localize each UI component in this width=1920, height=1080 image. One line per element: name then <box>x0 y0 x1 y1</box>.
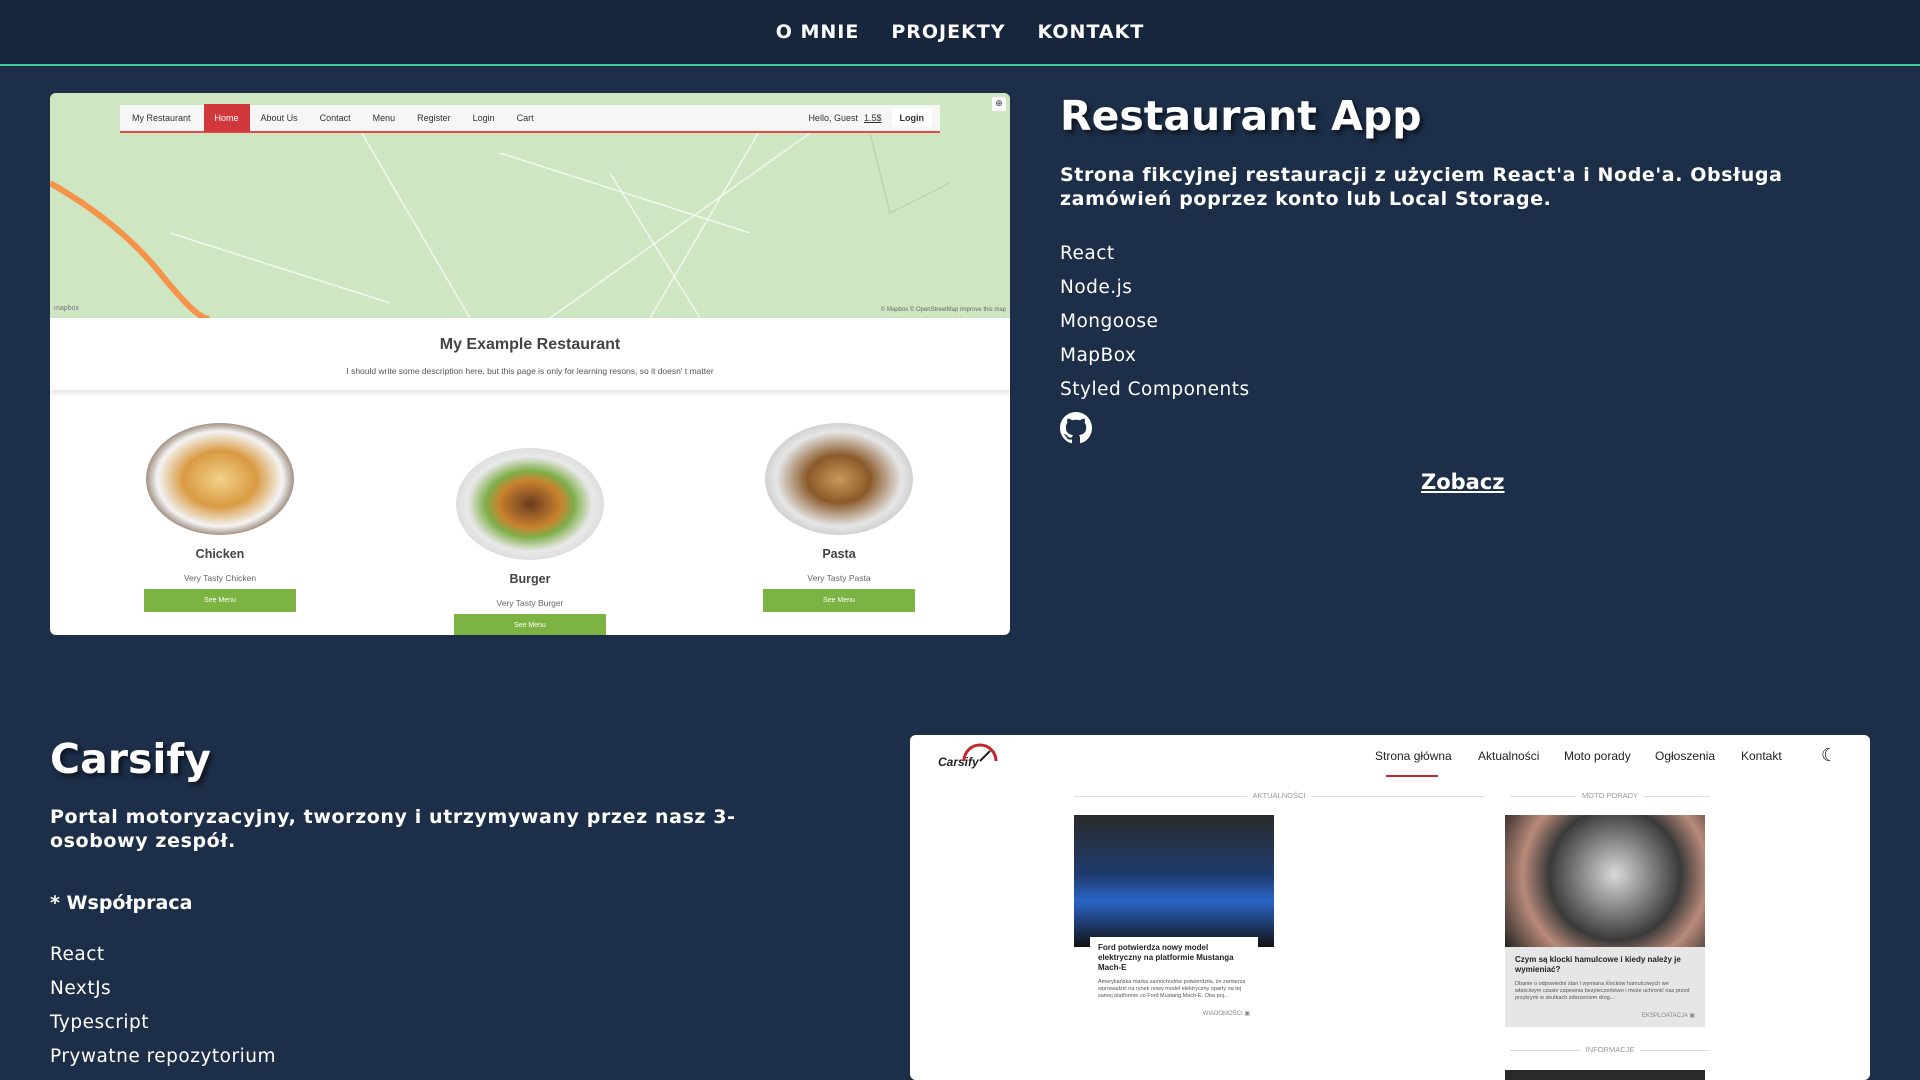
tech-item: Prywatne repozytorium <box>50 1046 276 1067</box>
tech-item: React <box>1060 243 1115 264</box>
nav-link-about[interactable]: O MNIE <box>776 21 860 43</box>
pasta-image <box>765 423 913 535</box>
restaurant-nav-home[interactable]: Home <box>203 104 250 132</box>
restaurant-description: Strona fikcyjnej restauracji z użyciem R… <box>1060 164 1783 210</box>
dish-desc: Very Tasty Pasta <box>807 573 871 583</box>
nav-link-projects[interactable]: PROJEKTY <box>891 21 1005 43</box>
cart-amount: 1.5$ <box>863 113 882 123</box>
map-compass-icon[interactable]: ⊕ <box>992 97 1006 111</box>
restaurant-hero-text: I should write some description here, bu… <box>346 366 714 376</box>
document-icon: ▣ <box>1689 1013 1695 1019</box>
see-menu-button[interactable]: See Menu <box>454 614 606 635</box>
tips-card[interactable]: Czym są klocki hamulcowe i kiedy należy … <box>1505 815 1705 1027</box>
dish-card-pasta: Pasta Very Tasty Pasta See Menu <box>763 423 915 612</box>
restaurant-view-link[interactable]: Zobacz <box>1421 470 1505 494</box>
restaurant-nav-cart[interactable]: Cart <box>506 104 545 132</box>
restaurant-hero-title: My Example Restaurant <box>439 336 621 353</box>
tech-item: Node.js <box>1060 277 1133 298</box>
dish-name: Burger <box>509 572 551 586</box>
card-body: Amerykańska marka samochodów potwierdził… <box>1098 979 1246 999</box>
restaurant-nav-menu[interactable]: Menu <box>362 104 407 132</box>
nav-link-contact[interactable]: KONTAKT <box>1038 21 1145 43</box>
card-tag: EKSPLOATACJA ▣ <box>1641 1013 1695 1019</box>
burger-image <box>456 448 604 560</box>
greeting-text: Hello, Guest <box>808 113 858 123</box>
chicken-image <box>146 423 294 535</box>
dish-card-chicken: Chicken Very Tasty Chicken See Menu <box>144 423 296 612</box>
card-tag: WIADOMOŚCI ▣ <box>1202 1011 1250 1017</box>
dish-name: Pasta <box>822 547 856 561</box>
active-nav-underline <box>1386 775 1438 777</box>
carsify-nav-tips[interactable]: Moto porady <box>1564 749 1631 763</box>
dish-desc: Very Tasty Chicken <box>183 573 257 583</box>
moon-icon[interactable]: ☾ <box>1821 745 1837 766</box>
restaurant-brand[interactable]: My Restaurant <box>120 104 204 132</box>
carsify-navbar: Carsify Strona główna Aktualności Moto p… <box>910 735 1870 780</box>
carsify-logo-arc <box>962 743 998 762</box>
tech-item: Mongoose <box>1060 311 1159 332</box>
top-navigation: O MNIE PROJEKTY KONTAKT <box>0 0 1920 66</box>
section-news-header: AKTUALNOŚCI <box>1074 791 1484 800</box>
tech-item: Styled Components <box>1060 379 1250 400</box>
restaurant-nav-about[interactable]: About Us <box>250 104 309 132</box>
carsify-screenshot: Carsify Strona główna Aktualności Moto p… <box>910 735 1870 1080</box>
news-card[interactable]: Ford potwierdza nowy model elektryczny n… <box>1074 815 1274 1023</box>
github-icon[interactable] <box>1060 412 1092 444</box>
card-title: Czym są klocki hamulcowe i kiedy należy … <box>1515 955 1681 974</box>
carsify-collab-note: * Współpraca <box>50 892 193 914</box>
restaurant-nav-register[interactable]: Register <box>406 104 462 132</box>
restaurant-user-area: Hello, Guest 1.5$ Login <box>802 104 940 132</box>
restaurant-title: Restaurant App <box>1060 92 1422 140</box>
restaurant-nav-login[interactable]: Login <box>462 104 506 132</box>
tech-item: MapBox <box>1060 345 1137 366</box>
dish-name: Chicken <box>195 547 245 561</box>
section-tips-header: MOTO PORADY <box>1510 791 1710 800</box>
restaurant-login-button[interactable]: Login <box>891 109 932 127</box>
see-menu-button[interactable]: See Menu <box>763 589 915 612</box>
card-title: Ford potwierdza nowy model elektryczny n… <box>1098 943 1234 972</box>
document-icon: ▣ <box>1244 1011 1250 1017</box>
carsify-tech-list: React NextJs Typescript Prywatne repozyt… <box>50 938 276 1074</box>
card-body: Dbanie o odpowiedni stan i wymiana klock… <box>1515 981 1690 1001</box>
tech-item: NextJs <box>50 978 112 999</box>
map-credits: © Mapbox © OpenStreetMap Improve this ma… <box>880 307 1006 313</box>
restaurant-hero: My Example Restaurant I should write som… <box>50 318 1010 390</box>
restaurant-nav-contact[interactable]: Contact <box>309 104 362 132</box>
dish-card-burger: Burger Very Tasty Burger See Menu <box>454 448 606 635</box>
restaurant-screenshot: mapbox © Mapbox © OpenStreetMap Improve … <box>50 93 1010 635</box>
carsify-title: Carsify <box>50 735 211 783</box>
brake-image <box>1505 815 1705 947</box>
carsify-description: Portal motoryzacyjny, tworzony i utrzymy… <box>50 806 736 852</box>
restaurant-navbar: My Restaurant Home About Us Contact Menu… <box>120 104 940 133</box>
tech-item: React <box>50 944 105 965</box>
section-info-header: INFORMACJE <box>1510 1045 1710 1054</box>
carsify-nav-home[interactable]: Strona główna <box>1375 749 1452 763</box>
restaurant-tech-list: React Node.js Mongoose MapBox Styled Com… <box>1060 237 1250 407</box>
mapbox-logo: mapbox <box>54 305 79 312</box>
carsify-nav-ads[interactable]: Ogłoszenia <box>1655 749 1715 763</box>
dish-desc: Very Tasty Burger <box>496 598 564 608</box>
see-menu-button[interactable]: See Menu <box>144 589 296 612</box>
ford-car-image <box>1074 815 1274 947</box>
info-card-image <box>1505 1070 1705 1080</box>
carsify-nav-news[interactable]: Aktualności <box>1478 749 1539 763</box>
carsify-nav-contact[interactable]: Kontakt <box>1741 749 1782 763</box>
tech-item: Typescript <box>50 1012 150 1033</box>
